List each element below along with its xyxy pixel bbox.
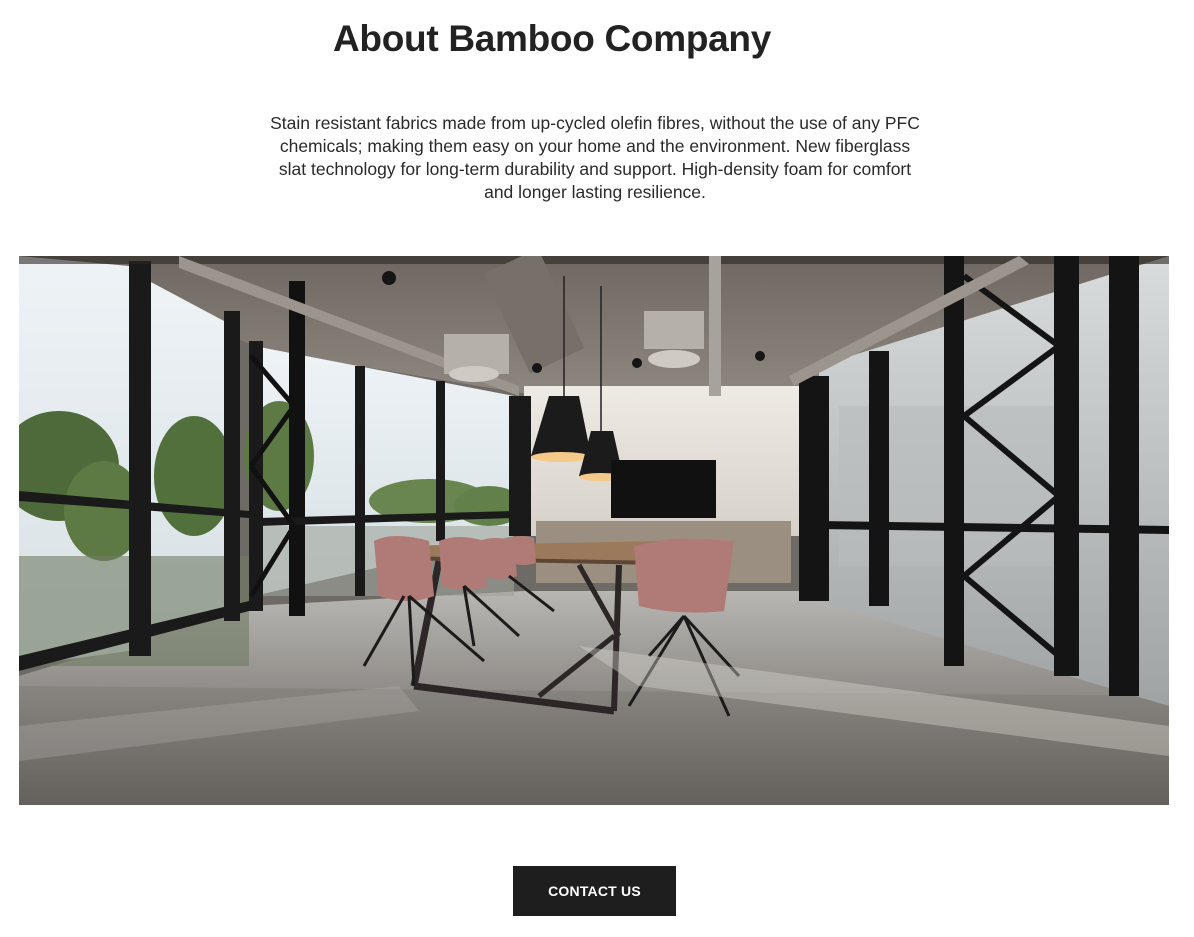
office-meeting-room-image [19, 256, 1169, 805]
page-title: About Bamboo Company [333, 18, 771, 59]
about-description: Stain resistant fabrics made from up-cyc… [270, 113, 920, 202]
contact-us-button[interactable]: CONTACT US [513, 866, 676, 916]
